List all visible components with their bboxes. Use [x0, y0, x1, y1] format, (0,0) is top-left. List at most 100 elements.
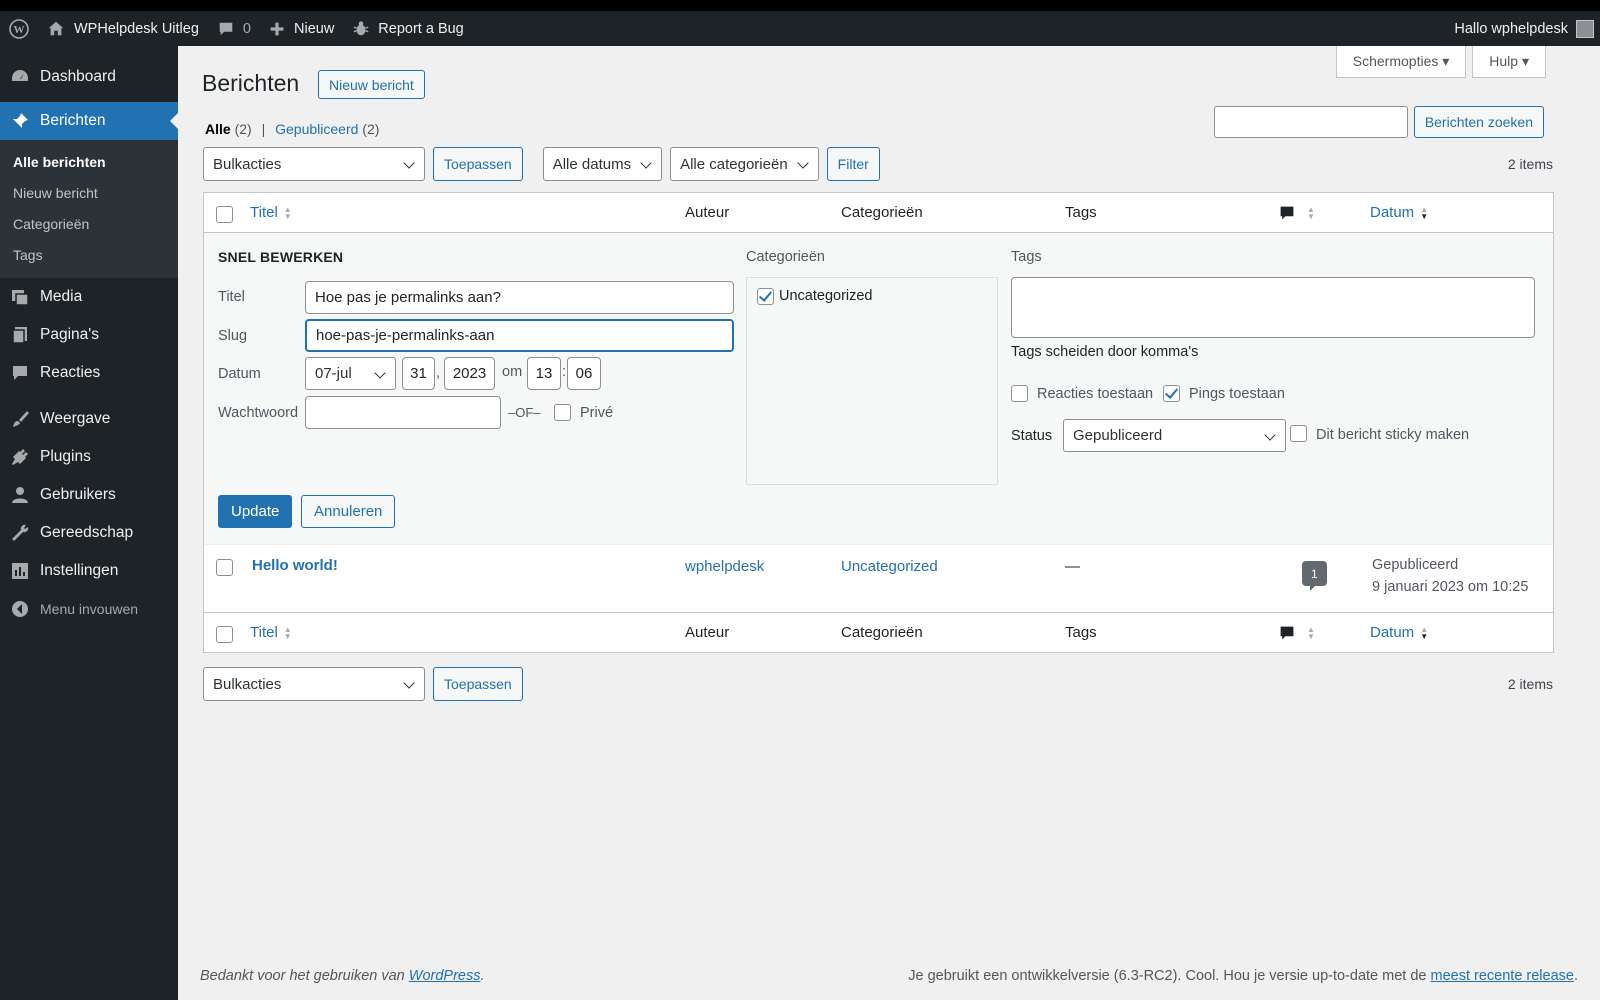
sort-icon: ▲ ▼ — [283, 204, 292, 221]
slug-input[interactable]: hoe-pas-je-permalinks-aan — [305, 319, 734, 352]
column-title[interactable]: Titel ▲ ▼ — [250, 204, 292, 221]
select-all-checkbox[interactable] — [216, 206, 233, 223]
submenu-categories[interactable]: Categorieën — [0, 209, 178, 240]
post-status: Gepubliceerd — [1372, 557, 1459, 573]
filter-all-link[interactable]: Alle — [205, 121, 231, 137]
password-input[interactable] — [305, 396, 501, 429]
search-box: Berichten zoeken — [1213, 106, 1544, 138]
new-post-button[interactable]: Nieuw bericht — [318, 70, 425, 99]
sidebar-label-tools: Gereedschap — [40, 524, 134, 541]
submenu-tags[interactable]: Tags — [0, 240, 178, 271]
sidebar-label-media: Media — [40, 288, 83, 305]
column-date[interactable]: Datum ▲ ▼ — [1370, 204, 1428, 221]
filter-button[interactable]: Filter — [826, 147, 880, 181]
sidebar-item-posts[interactable]: Berichten — [0, 102, 178, 140]
sort-desc-icon: ▲ ▼ — [1420, 624, 1429, 641]
window-top-strip — [0, 0, 1600, 11]
help-button[interactable]: Hulp ▾ — [1472, 46, 1546, 78]
allow-pings-checkbox[interactable] — [1163, 385, 1180, 402]
cancel-button[interactable]: Annuleren — [301, 495, 396, 528]
post-title-link[interactable]: Hello world! — [252, 557, 338, 574]
wordpress-link[interactable]: WordPress — [409, 968, 481, 984]
hour-input[interactable]: 13 — [527, 357, 561, 390]
comments-link[interactable]: 0 — [208, 11, 260, 46]
sidebar-item-comments[interactable]: Reacties — [0, 354, 178, 392]
sidebar-item-media[interactable]: Media — [0, 278, 178, 316]
footer-thanks: Bedankt voor het gebruiken van WordPress… — [200, 968, 485, 984]
sort-icon: ▲ ▼ — [1307, 204, 1315, 221]
post-category-link[interactable]: Uncategorized — [841, 558, 938, 575]
column-author: Auteur — [685, 204, 730, 221]
allow-comments-label: Reacties toestaan — [1037, 386, 1154, 402]
or-label: –OF– — [508, 405, 541, 420]
month-select[interactable]: 07-jul — [305, 357, 396, 390]
tags-textarea[interactable] — [1011, 277, 1535, 338]
sidebar-label-comments: Reacties — [40, 364, 101, 381]
bulk-actions-select-bottom[interactable]: Bulkacties — [203, 667, 425, 701]
tablenav-top: Bulkacties Toepassen Alle datums Alle ca… — [203, 147, 1553, 181]
submenu-new-post[interactable]: Nieuw bericht — [0, 178, 178, 209]
caret-down-icon: ▾ — [1442, 53, 1450, 69]
bulk-actions-select[interactable]: Bulkacties — [203, 147, 425, 181]
sidebar-item-settings[interactable]: Instellingen — [0, 552, 178, 590]
site-name-link[interactable]: WPHelpdesk Uitleg — [38, 11, 208, 46]
new-content-link[interactable]: Nieuw — [260, 11, 343, 46]
sticky-checkbox[interactable] — [1290, 425, 1307, 442]
private-checkbox[interactable] — [554, 404, 571, 421]
day-input[interactable]: 31 — [402, 357, 435, 390]
column-categories: Categorieën — [841, 204, 923, 221]
user-greeting[interactable]: Hallo wphelpdesk — [1454, 21, 1568, 37]
date-filter-select[interactable]: Alle datums — [542, 147, 663, 181]
column-comments[interactable]: ▲ ▼ — [1279, 205, 1315, 221]
table-header: Titel ▲ ▼ Auteur Categorieën Tags ▲ ▼ Datum… — [204, 193, 1553, 233]
sidebar-item-plugins[interactable]: Plugins — [0, 438, 178, 476]
status-select[interactable]: Gepubliceerd — [1063, 419, 1286, 452]
avatar[interactable] — [1576, 19, 1594, 38]
bug-label: Report a Bug — [378, 20, 464, 37]
collapse-menu-button[interactable]: Menu invouwen — [0, 590, 178, 628]
category-checkbox[interactable] — [757, 288, 774, 305]
latest-release-link[interactable]: meest recente release — [1431, 968, 1574, 984]
column-title-footer-label: Titel — [250, 624, 278, 641]
search-posts-button[interactable]: Berichten zoeken — [1413, 106, 1544, 138]
sidebar-item-pages[interactable]: Pagina's — [0, 316, 178, 354]
allow-comments-checkbox[interactable] — [1011, 385, 1028, 402]
update-button[interactable]: Update — [218, 495, 293, 528]
slug-label: Slug — [218, 328, 248, 344]
post-author-link[interactable]: wphelpdesk — [685, 558, 764, 575]
sort-icon: ▲ ▼ — [1307, 624, 1315, 641]
plugin-icon — [10, 447, 30, 467]
comment-count-bubble[interactable]: 1 — [1302, 561, 1327, 591]
search-input[interactable] — [1213, 106, 1408, 138]
apply-button-bottom[interactable]: Toepassen — [433, 667, 523, 701]
column-title-footer[interactable]: Titel ▲ ▼ — [250, 624, 292, 641]
column-comments-footer[interactable]: ▲ ▼ — [1279, 625, 1315, 641]
at-label: om — [502, 364, 523, 380]
wordpress-logo-icon[interactable]: W — [0, 11, 38, 46]
comments-icon — [10, 363, 30, 383]
select-all-checkbox-bottom[interactable] — [216, 626, 233, 643]
apply-button[interactable]: Toepassen — [433, 147, 523, 181]
category-filter-select[interactable]: Alle categorieën — [670, 147, 819, 181]
column-date-label: Datum — [1370, 204, 1415, 221]
sidebar-item-appearance[interactable]: Weergave — [0, 400, 178, 438]
title-input[interactable]: Hoe pas je permalinks aan? — [305, 281, 734, 314]
row-checkbox[interactable] — [216, 559, 233, 576]
screen-options-button[interactable]: Schermopties ▾ — [1335, 46, 1467, 78]
filter-published-link[interactable]: Gepubliceerd — [275, 121, 358, 137]
sidebar-item-users[interactable]: Gebruikers — [0, 476, 178, 514]
report-bug-link[interactable]: Report a Bug — [343, 11, 472, 46]
sort-desc-icon: ▲ ▼ — [1420, 204, 1429, 221]
column-date-footer[interactable]: Datum ▲ ▼ — [1370, 624, 1428, 641]
main-content: Schermopties ▾ Hulp ▾ Berichten Nieuw be… — [178, 46, 1600, 1000]
paintbrush-icon — [10, 409, 30, 429]
sidebar-item-dashboard[interactable]: Dashboard — [0, 58, 178, 96]
new-label: Nieuw — [294, 20, 335, 37]
minute-input[interactable]: 06 — [567, 357, 601, 390]
plus-icon — [270, 22, 284, 35]
table-row: Hello world! wphelpdesk Uncategorized — … — [204, 545, 1553, 612]
tags-label: Tags — [1011, 249, 1042, 265]
sidebar-item-tools[interactable]: Gereedschap — [0, 514, 178, 552]
year-input[interactable]: 2023 — [444, 357, 495, 390]
submenu-all-posts[interactable]: Alle berichten — [0, 147, 178, 178]
